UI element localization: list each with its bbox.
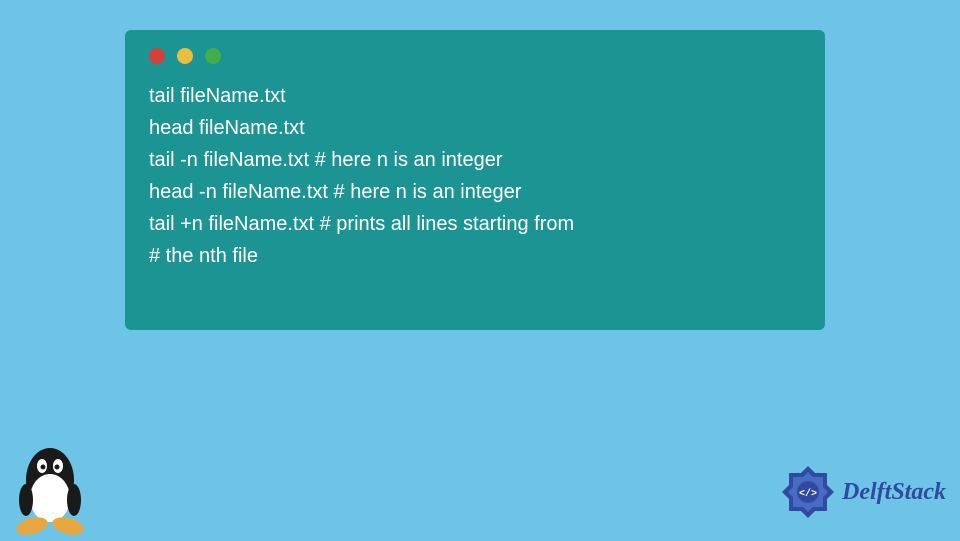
code-line: tail +n fileName.txt # prints all lines … [149, 208, 801, 240]
close-icon[interactable] [149, 48, 165, 64]
svg-text:</>: </> [799, 488, 817, 500]
code-line: head fileName.txt [149, 112, 801, 144]
delftstack-logo-icon: </> [780, 464, 836, 520]
linux-tux-icon [8, 440, 92, 536]
code-line: # the nth file [149, 240, 801, 272]
code-line: head -n fileName.txt # here n is an inte… [149, 176, 801, 208]
code-block: tail fileName.txt head fileName.txt tail… [149, 80, 801, 272]
terminal-window: tail fileName.txt head fileName.txt tail… [125, 30, 825, 330]
brand-name: DelftStack [842, 479, 946, 506]
code-line: tail fileName.txt [149, 80, 801, 112]
maximize-icon[interactable] [205, 48, 221, 64]
code-line: tail -n fileName.txt # here n is an inte… [149, 144, 801, 176]
window-controls [149, 48, 801, 64]
delftstack-brand: </> DelftStack [780, 464, 946, 520]
minimize-icon[interactable] [177, 48, 193, 64]
